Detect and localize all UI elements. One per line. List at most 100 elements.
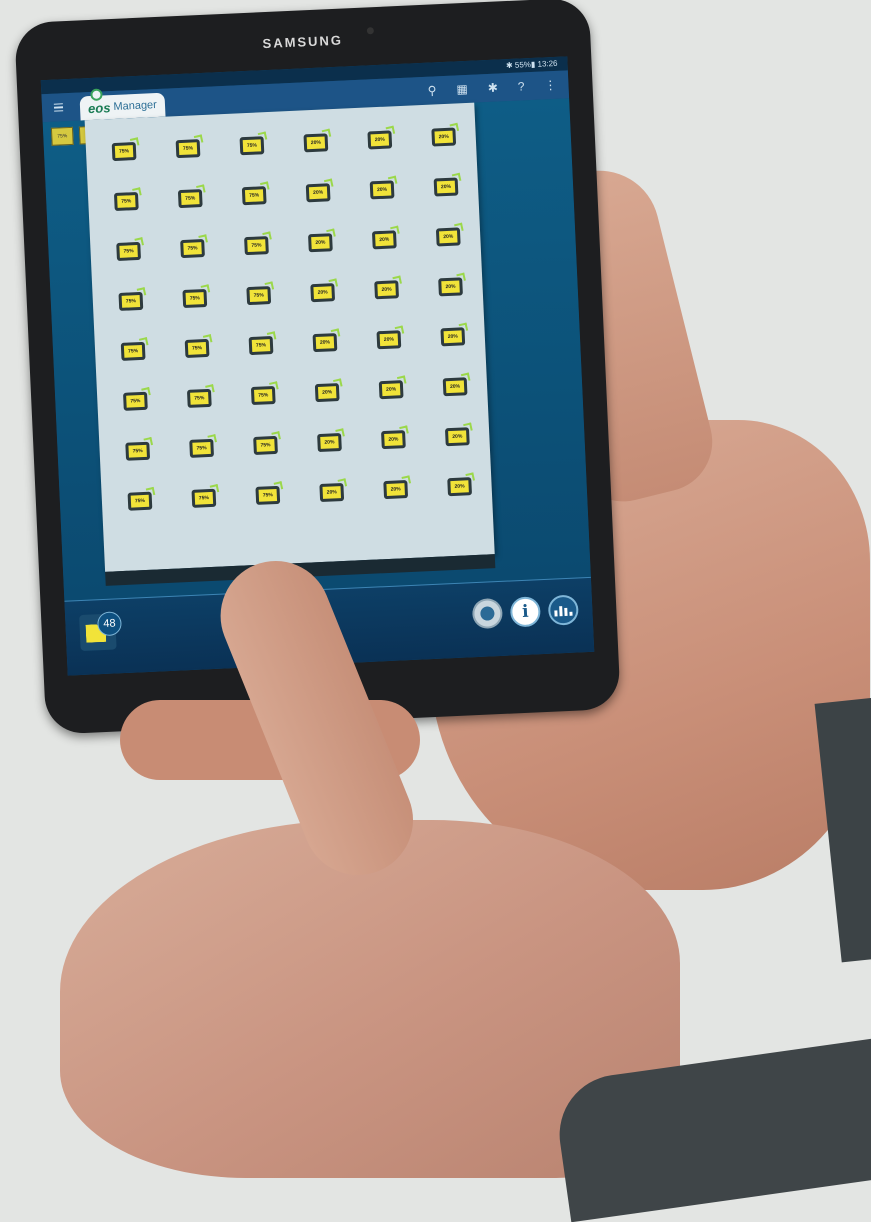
info-icon: i bbox=[521, 601, 530, 622]
device-tile[interactable]: 75% bbox=[248, 331, 277, 356]
device-tile[interactable]: 75% bbox=[246, 281, 275, 306]
device-level: 20% bbox=[436, 180, 456, 194]
check-icon bbox=[141, 387, 151, 397]
settings-icon[interactable]: ✱ bbox=[487, 81, 498, 95]
device-tile[interactable]: 20% bbox=[431, 122, 460, 147]
device-tile[interactable]: 75% bbox=[189, 434, 217, 458]
check-icon bbox=[193, 134, 204, 144]
device-level: 75% bbox=[258, 488, 278, 502]
device-tile[interactable]: 75% bbox=[186, 384, 215, 408]
device-tile[interactable]: 75% bbox=[175, 134, 204, 159]
check-icon bbox=[257, 131, 268, 142]
more-icon[interactable]: ⋮ bbox=[544, 78, 557, 93]
check-icon bbox=[396, 375, 407, 385]
device-tile[interactable]: 75% bbox=[111, 137, 140, 162]
device-tile[interactable]: 20% bbox=[371, 225, 400, 250]
device-tile[interactable]: 75% bbox=[191, 484, 220, 508]
device-grid: 75% 75% 75% 20% 20% 20% 75% 75% 75% 20% 20% 20% 75% 7… bbox=[100, 122, 484, 511]
device-level: 20% bbox=[381, 383, 401, 397]
gear-icon[interactable] bbox=[471, 597, 504, 630]
device-tile[interactable]: 75% bbox=[127, 486, 156, 511]
check-icon bbox=[390, 225, 400, 236]
device-level: 75% bbox=[242, 139, 262, 153]
search-icon[interactable]: ⚲ bbox=[427, 83, 436, 97]
device-tile[interactable]: 20% bbox=[438, 272, 466, 297]
workspace: 75% 75% 75% 75% 75% 20% 20% 20% 75% 75% 75% 20% 20… bbox=[42, 98, 591, 602]
device-tile[interactable]: 20% bbox=[442, 372, 471, 397]
device-tile[interactable]: 75% bbox=[125, 436, 154, 461]
device-tile[interactable]: 20% bbox=[433, 172, 462, 197]
logo-eos-text: eos bbox=[87, 99, 111, 116]
check-icon bbox=[207, 434, 217, 444]
device-tile[interactable]: 75% bbox=[118, 287, 147, 311]
device-tile[interactable]: 20% bbox=[367, 125, 396, 150]
device-tile[interactable]: 75% bbox=[184, 334, 213, 358]
check-icon bbox=[198, 234, 208, 244]
device-tile[interactable]: 75% bbox=[120, 337, 149, 361]
device-tile[interactable]: 75% bbox=[253, 431, 281, 455]
device-tile[interactable]: 20% bbox=[314, 378, 343, 403]
device-tile[interactable]: 20% bbox=[381, 425, 409, 450]
device-level: 20% bbox=[308, 186, 328, 200]
device-tile[interactable]: 20% bbox=[310, 278, 339, 303]
device-tile[interactable]: 75% bbox=[177, 184, 206, 209]
statistics-button[interactable] bbox=[547, 594, 579, 626]
device-tile[interactable]: 20% bbox=[374, 275, 402, 300]
device-tile[interactable]: 75% bbox=[113, 187, 142, 212]
device-tile[interactable]: 75% bbox=[244, 231, 272, 256]
device-level: 75% bbox=[119, 245, 138, 258]
check-icon bbox=[321, 128, 332, 139]
device-tile[interactable]: 75% bbox=[250, 381, 279, 406]
device-tile[interactable]: 75% bbox=[182, 284, 211, 309]
check-icon bbox=[392, 275, 402, 286]
action-buttons: i bbox=[471, 594, 579, 630]
device-tile[interactable]: 75% bbox=[123, 387, 151, 411]
device-tile[interactable]: 20% bbox=[447, 472, 475, 497]
device-tile[interactable]: 20% bbox=[308, 228, 336, 253]
check-icon bbox=[129, 137, 140, 147]
device-tile[interactable]: 75% bbox=[241, 181, 270, 206]
check-icon bbox=[200, 284, 211, 294]
check-icon bbox=[333, 378, 343, 388]
check-icon bbox=[143, 436, 154, 447]
menu-icon[interactable] bbox=[47, 93, 68, 122]
layout-icon[interactable]: ▦ bbox=[456, 82, 468, 97]
check-icon bbox=[460, 372, 471, 383]
device-tile[interactable]: 20% bbox=[303, 128, 332, 153]
check-icon bbox=[196, 184, 206, 194]
check-icon bbox=[449, 122, 460, 133]
check-icon bbox=[209, 484, 220, 494]
device-level: 75% bbox=[251, 339, 271, 352]
device-tile[interactable]: 75% bbox=[180, 234, 208, 259]
device-count-button[interactable]: 48 bbox=[79, 611, 123, 652]
device-tile[interactable]: 20% bbox=[319, 478, 348, 503]
device-tile[interactable]: 20% bbox=[305, 178, 334, 203]
device-tile[interactable]: 75% bbox=[255, 481, 284, 505]
info-button[interactable]: i bbox=[509, 596, 542, 628]
help-icon[interactable]: ? bbox=[518, 79, 525, 93]
device-tile[interactable]: 20% bbox=[444, 422, 473, 447]
device-tile[interactable]: 75% bbox=[239, 131, 268, 156]
device-level: 20% bbox=[320, 436, 339, 449]
device-tile[interactable]: 20% bbox=[369, 175, 398, 200]
check-icon bbox=[323, 178, 334, 189]
device-level: 75% bbox=[194, 491, 214, 505]
device-tile[interactable]: 20% bbox=[383, 475, 412, 500]
device-tile[interactable]: 20% bbox=[378, 375, 407, 400]
device-tile[interactable]: 20% bbox=[376, 325, 405, 350]
device-tile[interactable]: 20% bbox=[312, 328, 341, 353]
device-level: 75% bbox=[128, 444, 147, 458]
device-tile[interactable]: 75% bbox=[116, 237, 144, 261]
device-level: 75% bbox=[183, 242, 202, 255]
device-tile[interactable]: 20% bbox=[317, 428, 345, 453]
check-icon bbox=[202, 334, 213, 344]
check-icon bbox=[269, 381, 279, 391]
mini-tile[interactable]: 75% bbox=[50, 126, 74, 146]
check-icon bbox=[401, 475, 412, 485]
device-level: 75% bbox=[185, 292, 205, 305]
device-level: 20% bbox=[311, 236, 330, 250]
device-tile[interactable]: 20% bbox=[435, 222, 464, 247]
device-level: 75% bbox=[121, 294, 141, 308]
device-level: 20% bbox=[322, 486, 342, 499]
device-tile[interactable]: 20% bbox=[440, 322, 469, 347]
